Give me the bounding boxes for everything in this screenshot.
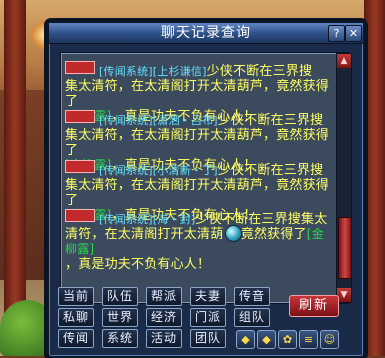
channel-button-whisper[interactable]: 传音 — [234, 287, 270, 306]
channel-button-party[interactable]: 组队 — [234, 308, 270, 327]
system-tag: [传闻系统] — [99, 65, 153, 78]
window-titlebar[interactable]: 聊天记录查询 ? ✕ — [49, 23, 363, 44]
scrollbar-thumb[interactable] — [338, 217, 352, 279]
sender-link[interactable]: [海・封] — [153, 213, 196, 226]
chat-log[interactable]: [传闻系统][上杉谦信]少侠不断在三界搜 集太清符，在太清阁打开太清葫芦，竟然获… — [61, 53, 348, 303]
channel-button-sect[interactable]: 门派 — [190, 308, 226, 327]
system-tag: [传闻系统] — [99, 114, 153, 127]
channel-button-world[interactable]: 世界 — [102, 308, 138, 327]
message-text: 集太清符，在太清阁打开太清葫芦，竟然获得了 — [65, 178, 330, 208]
message-text: 少侠不断在三界搜集太 — [195, 212, 328, 227]
scroll-up-icon[interactable]: ▲ — [337, 54, 351, 68]
channel-button-rumor[interactable]: 传闻 — [58, 329, 94, 348]
list-icon[interactable]: ≡ — [299, 330, 318, 349]
channel-tag-icon — [65, 209, 95, 222]
channel-button-team[interactable]: 队伍 — [102, 287, 138, 306]
message-text: ，真是功夫不负有心人！ — [65, 257, 211, 272]
system-tag: [传闻系统] — [99, 164, 153, 177]
channel-button-private[interactable]: 私聊 — [58, 308, 94, 327]
message-text: 少侠不断在三界搜 — [217, 113, 324, 128]
smile-icon[interactable]: ☺ — [320, 330, 339, 349]
channel-button-activity[interactable]: 活动 — [146, 329, 182, 348]
window-title: 聊天记录查询 — [161, 25, 251, 41]
message-text: 集太清符，在太清阁打开太清葫芦，竟然获得了 — [65, 128, 330, 158]
gem-icon[interactable] — [225, 225, 242, 242]
close-button[interactable]: ✕ — [345, 25, 362, 42]
message-text: 集太清符，在太清阁打开太清葫芦，竟然获得了 — [65, 79, 330, 109]
diamond-icon[interactable]: ◆ — [257, 330, 276, 349]
channel-tag-icon — [65, 160, 95, 173]
sender-link[interactable]: [上杉谦信] — [153, 65, 207, 78]
channel-button-gang[interactable]: 帮派 — [146, 287, 182, 306]
channel-button-spouse[interactable]: 夫妻 — [190, 287, 226, 306]
sender-link[interactable]: [潇洒・吕布] — [153, 114, 218, 127]
chat-log-scrollbar[interactable]: ▲ ▼ — [336, 53, 352, 303]
message-text: 少侠不断在三界搜 — [206, 64, 313, 79]
help-button[interactable]: ? — [328, 25, 345, 42]
channel-tag-icon — [65, 110, 95, 123]
channel-button-current[interactable]: 当前 — [58, 287, 94, 306]
channel-button-system[interactable]: 系统 — [102, 329, 138, 348]
message-text: 少侠不断在三界搜 — [217, 163, 324, 178]
message-text: 竟然获得了 — [240, 227, 307, 242]
background-pillar — [364, 0, 385, 356]
sender-link[interactable]: [小清新・丁] — [153, 164, 218, 177]
channel-button-economy[interactable]: 经济 — [146, 308, 182, 327]
chat-history-window: 聊天记录查询 ? ✕ [传闻系统][上杉谦信]少侠不断在三界搜 集太清符，在太清… — [47, 21, 365, 358]
chat-message: [传闻系统][海・封]少侠不断在三界搜集太 清符，在太清阁打开太清葫 竟然获得了… — [65, 209, 335, 272]
scroll-down-icon[interactable]: ▼ — [337, 288, 351, 302]
diamond-icon[interactable]: ◆ — [236, 330, 255, 349]
message-text: 清符，在太清阁打开太清葫 — [65, 227, 224, 242]
system-tag: [传闻系统] — [99, 213, 153, 226]
gear-icon[interactable]: ✿ — [278, 330, 297, 349]
channel-tag-icon — [65, 61, 95, 74]
refresh-button[interactable]: 刷新 — [289, 295, 339, 317]
channel-button-group[interactable]: 团队 — [190, 329, 226, 348]
